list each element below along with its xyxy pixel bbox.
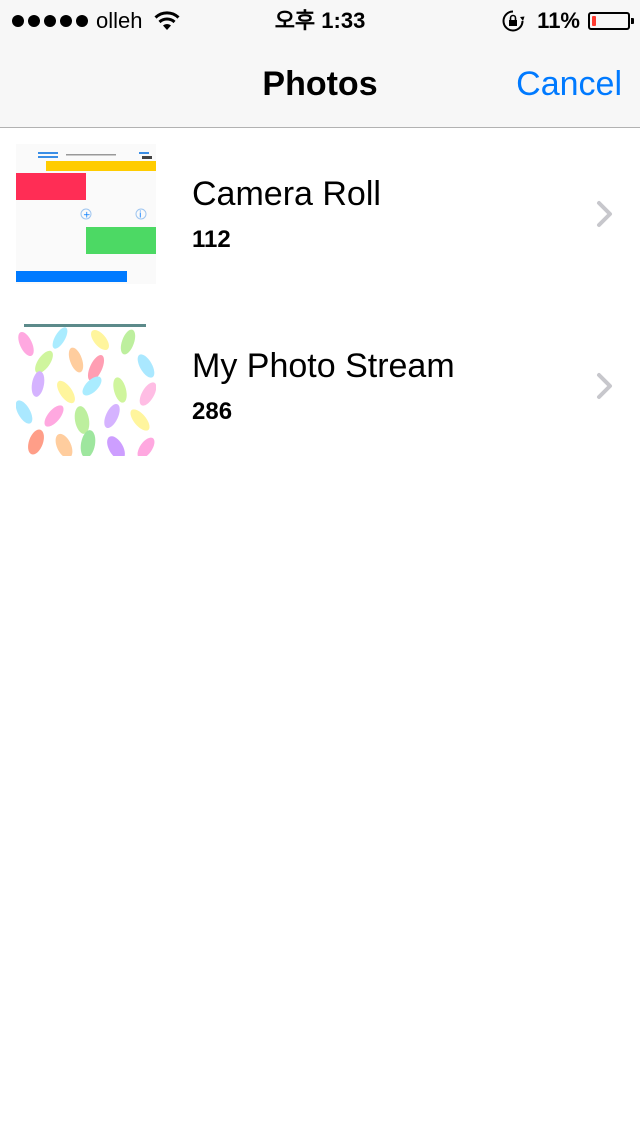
album-thumbnail: + i [16, 144, 156, 284]
battery-icon [588, 12, 634, 30]
cancel-button[interactable]: Cancel [516, 64, 622, 104]
svg-text:+: + [83, 211, 91, 221]
status-bar: olleh 오후 1:33 11% [0, 0, 640, 40]
battery-tip [631, 18, 634, 24]
camera-roll-thumbnail-image: + i [16, 144, 156, 284]
album-row-camera-roll[interactable]: + i Camera Roll 112 [0, 128, 640, 300]
photo-stream-thumbnail-image [16, 316, 156, 456]
status-right: 11% [501, 6, 634, 36]
album-thumbnail [16, 316, 156, 456]
svg-text:i: i [139, 211, 142, 221]
rotation-lock-icon [502, 10, 525, 32]
chevron-right-icon [597, 201, 612, 227]
chevron-right-icon [597, 373, 612, 399]
battery-level-fill [592, 16, 596, 26]
album-row-my-photo-stream[interactable]: My Photo Stream 286 [0, 300, 640, 472]
album-count: 112 [192, 226, 231, 253]
album-title: Camera Roll [192, 175, 381, 213]
album-list: + i Camera Roll 112 My Photo Stream 286 [0, 128, 640, 472]
album-title: My Photo Stream [192, 347, 455, 385]
battery-percent: 11% [537, 8, 580, 33]
photo-picker-screen: olleh 오후 1:33 11% Photos Cancel + i Came… [0, 0, 640, 1136]
navigation-bar: Photos Cancel [0, 40, 640, 128]
album-count: 286 [192, 398, 233, 425]
